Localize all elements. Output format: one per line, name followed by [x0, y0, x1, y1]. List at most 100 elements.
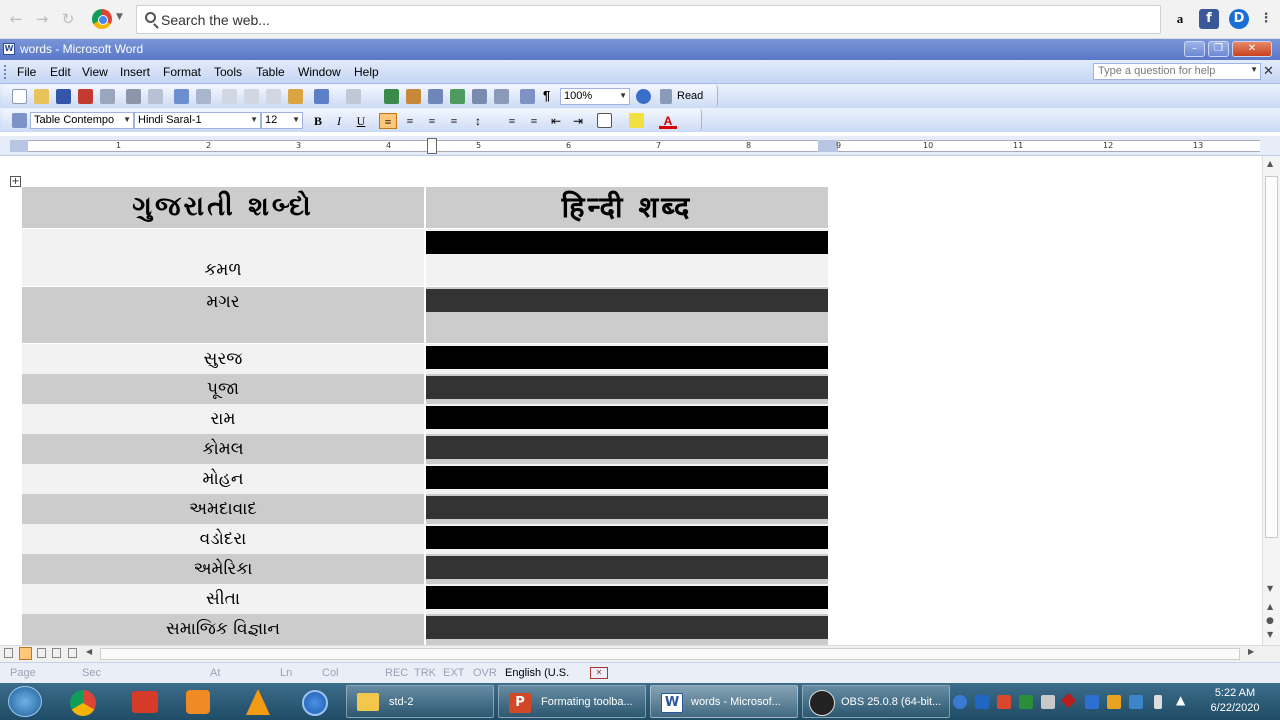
indent-marker[interactable]: [427, 138, 437, 154]
copy-icon[interactable]: [244, 89, 259, 104]
insert-table-icon[interactable]: [428, 89, 443, 104]
tray-app-icon[interactable]: [975, 695, 989, 709]
scroll-right-icon[interactable]: ▶: [1248, 647, 1254, 656]
gujarati-cell[interactable]: સુરજ: [22, 344, 424, 374]
hindi-cell[interactable]: [426, 584, 828, 614]
more-icon[interactable]: ⋮: [1256, 9, 1276, 29]
menu-tools[interactable]: Tools: [214, 65, 242, 79]
font-combo[interactable]: Hindi Saral-1 ▼: [134, 112, 261, 129]
gujarati-cell[interactable]: વડોદરા: [22, 524, 424, 554]
hindi-cell[interactable]: [426, 554, 828, 584]
read-button[interactable]: Read: [677, 90, 703, 102]
hindi-cell[interactable]: [426, 229, 828, 286]
status-language[interactable]: English (U.S.: [505, 667, 569, 679]
insert-excel-icon[interactable]: [450, 89, 465, 104]
chevron-down-icon[interactable]: ▼: [1250, 65, 1258, 74]
dashlane-icon[interactable]: D: [1229, 9, 1249, 29]
status-ovr[interactable]: OVR: [473, 667, 497, 679]
battery-icon[interactable]: [1154, 695, 1162, 709]
status-rec[interactable]: REC: [385, 667, 408, 679]
restore-button[interactable]: ❐: [1208, 41, 1229, 57]
font-color-button[interactable]: A: [659, 113, 677, 129]
tray-app-icon[interactable]: [1060, 692, 1077, 709]
gujarati-cell[interactable]: પૂજા: [22, 374, 424, 404]
increase-indent-icon[interactable]: ⇥: [569, 113, 587, 129]
scroll-up-icon[interactable]: ▲: [1267, 159, 1273, 168]
gujarati-cell[interactable]: મગર: [22, 287, 424, 343]
tray-app-icon[interactable]: [1107, 695, 1121, 709]
tray-app-icon[interactable]: [1129, 695, 1143, 709]
scroll-left-icon[interactable]: ◀: [86, 647, 92, 656]
hyperlink-icon[interactable]: [384, 89, 399, 104]
permission-icon[interactable]: [78, 89, 93, 104]
scroll-down-icon[interactable]: ▼: [1267, 584, 1273, 593]
research-icon[interactable]: [196, 89, 211, 104]
chevron-down-icon[interactable]: ▼: [123, 115, 131, 124]
chevron-down-icon[interactable]: ▼: [619, 91, 627, 100]
menu-format[interactable]: Format: [163, 65, 201, 79]
font-size-combo[interactable]: 12 ▼: [261, 112, 303, 129]
underline-button[interactable]: U: [352, 113, 370, 129]
document-map-icon[interactable]: [520, 89, 535, 104]
menu-window[interactable]: Window: [298, 65, 341, 79]
forward-icon[interactable]: →: [32, 9, 52, 29]
italic-button[interactable]: I: [330, 113, 348, 129]
browse-object-icon[interactable]: ●: [1266, 616, 1274, 626]
style-combo[interactable]: Table Contempo ▼: [30, 112, 134, 129]
tables-borders-icon[interactable]: [406, 89, 421, 104]
help-question-box[interactable]: Type a question for help ▼: [1093, 63, 1261, 80]
numbering-icon[interactable]: ≡: [503, 113, 521, 129]
save-icon[interactable]: [56, 89, 71, 104]
gujarati-cell[interactable]: સીતા: [22, 584, 424, 614]
amazon-icon[interactable]: a: [1170, 9, 1190, 29]
gujarati-cell[interactable]: કોમલ: [22, 434, 424, 464]
horizontal-scroll-thumb[interactable]: [100, 648, 1240, 660]
print-icon[interactable]: [126, 89, 141, 104]
redo-icon[interactable]: [346, 89, 361, 104]
decrease-indent-icon[interactable]: ⇤: [547, 113, 565, 129]
bullets-icon[interactable]: ≡: [525, 113, 543, 129]
chrome-icon[interactable]: [92, 9, 112, 29]
vertical-scrollbar[interactable]: ▲ ▼ ▲ ● ▼: [1262, 156, 1280, 645]
tray-app-icon[interactable]: [953, 695, 967, 709]
cut-icon[interactable]: [222, 89, 237, 104]
hindi-cell[interactable]: [426, 434, 828, 464]
facebook-icon[interactable]: f: [1199, 9, 1219, 29]
paste-icon[interactable]: [266, 89, 281, 104]
print-layout-view-icon[interactable]: [19, 647, 32, 660]
hindi-cell[interactable]: [426, 374, 828, 404]
email-icon[interactable]: [100, 89, 115, 104]
web-layout-view-icon[interactable]: [37, 648, 46, 658]
spelling-status-icon[interactable]: ✕: [590, 667, 608, 679]
media-player-icon[interactable]: [186, 690, 210, 714]
gujarati-cell[interactable]: મોહન: [22, 464, 424, 494]
clock[interactable]: 5:22 AM 6/22/2020: [1200, 686, 1270, 716]
columns-icon[interactable]: [472, 89, 487, 104]
reading-layout-view-icon[interactable]: [68, 648, 77, 658]
print-preview-icon[interactable]: [148, 89, 163, 104]
chrome-taskbar-icon[interactable]: [70, 690, 96, 716]
border-icon[interactable]: [597, 113, 612, 128]
justify-button[interactable]: ≡: [445, 113, 463, 129]
vlc-icon[interactable]: [246, 689, 270, 715]
task-std-2[interactable]: std-2: [346, 685, 494, 718]
flag-icon[interactable]: [1041, 695, 1055, 709]
chevron-down-icon[interactable]: ▼: [116, 12, 123, 22]
chrome-beta-icon[interactable]: [302, 690, 328, 716]
ruler-column-marker[interactable]: [818, 140, 838, 152]
drawing-icon[interactable]: [494, 89, 509, 104]
hindi-cell[interactable]: [426, 494, 828, 524]
help-icon[interactable]: [636, 89, 651, 104]
app-taskbar-icon[interactable]: [132, 691, 158, 713]
tray-app-icon[interactable]: [1085, 695, 1099, 709]
search-input[interactable]: [161, 10, 1061, 30]
normal-view-icon[interactable]: [4, 648, 13, 658]
start-button[interactable]: [8, 686, 42, 717]
gujarati-cell[interactable]: અમદાવાદ: [22, 494, 424, 524]
menu-help[interactable]: Help: [354, 65, 379, 79]
new-document-icon[interactable]: [12, 89, 27, 104]
document-area[interactable]: + ગુજરાતી શબ્દો हिन्दी शब्द કમળ મગર સુરજ…: [0, 156, 1262, 645]
hindi-cell[interactable]: [426, 464, 828, 494]
align-center-button[interactable]: ≡: [401, 113, 419, 129]
menu-table[interactable]: Table: [256, 65, 285, 79]
